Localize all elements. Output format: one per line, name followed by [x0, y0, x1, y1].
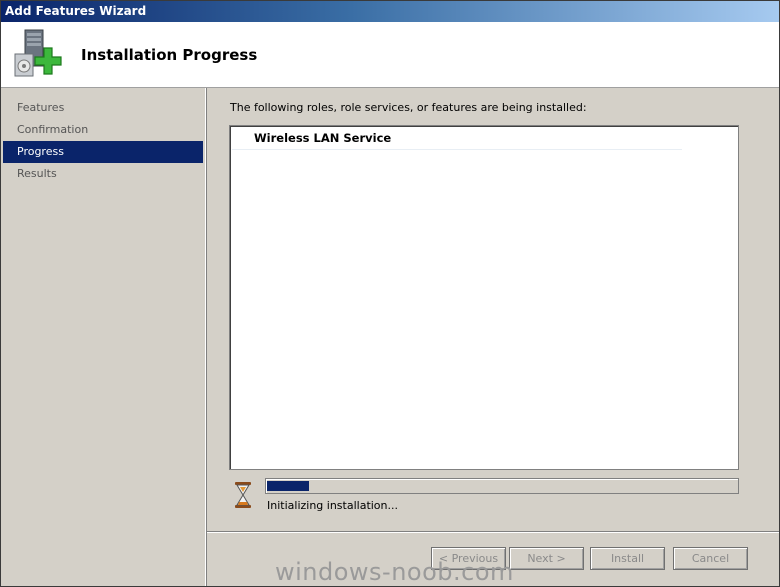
intro-text: The following roles, role services, or f…	[230, 101, 587, 114]
wizard-window: Add Features Wizard Installation Progres…	[0, 0, 780, 587]
feature-name: Wireless LAN Service	[254, 131, 392, 145]
install-button[interactable]: Install	[590, 547, 665, 570]
cancel-button[interactable]: Cancel	[673, 547, 748, 570]
wizard-nav: Features Confirmation Progress Results	[1, 88, 206, 586]
wizard-content: The following roles, role services, or f…	[207, 88, 779, 586]
watermark: windows-noob.com	[275, 558, 514, 586]
list-item: Wireless LAN Service	[232, 131, 682, 150]
status-text: Initializing installation...	[267, 499, 399, 512]
progress-fill	[267, 481, 309, 491]
window-title: Add Features Wizard	[1, 1, 779, 22]
server-add-icon	[14, 29, 62, 77]
next-button[interactable]: Next >	[509, 547, 584, 570]
nav-item-results[interactable]: Results	[3, 163, 203, 185]
button-separator	[207, 531, 779, 533]
features-listbox[interactable]: Wireless LAN Service	[229, 125, 739, 470]
nav-item-confirmation[interactable]: Confirmation	[3, 119, 203, 141]
hourglass-icon	[235, 482, 251, 508]
nav-item-features[interactable]: Features	[3, 97, 203, 119]
page-title: Installation Progress	[81, 46, 258, 64]
install-progress-bar	[265, 478, 739, 494]
wizard-header: Installation Progress	[1, 22, 779, 88]
nav-item-progress[interactable]: Progress	[3, 141, 203, 163]
